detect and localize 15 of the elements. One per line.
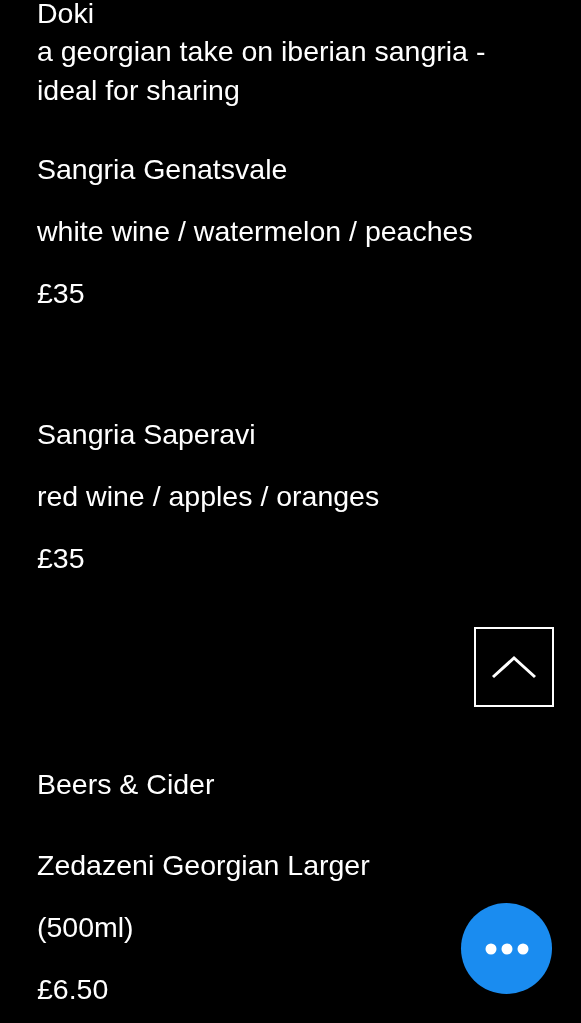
item-description: (500ml) — [37, 910, 134, 945]
item-description: red wine / apples / oranges — [37, 479, 380, 514]
item-name: Sangria Saperavi — [37, 417, 256, 452]
more-icon — [484, 942, 529, 955]
item-price: £35 — [37, 276, 85, 311]
chevron-up-icon — [491, 655, 537, 679]
item-price: £35 — [37, 541, 85, 576]
section-description: a georgian take on iberian sangria - ideal for sharing — [37, 34, 487, 108]
section-title: Beers & Cider — [37, 767, 215, 802]
section-title: Doki — [37, 0, 94, 31]
scroll-to-top-button[interactable] — [474, 627, 554, 707]
item-price: £6.50 — [37, 972, 109, 1007]
item-name: Sangria Genatsvale — [37, 152, 288, 187]
item-description: white wine / watermelon / peaches — [37, 214, 473, 249]
item-name: Zedazeni Georgian Larger — [37, 848, 370, 883]
